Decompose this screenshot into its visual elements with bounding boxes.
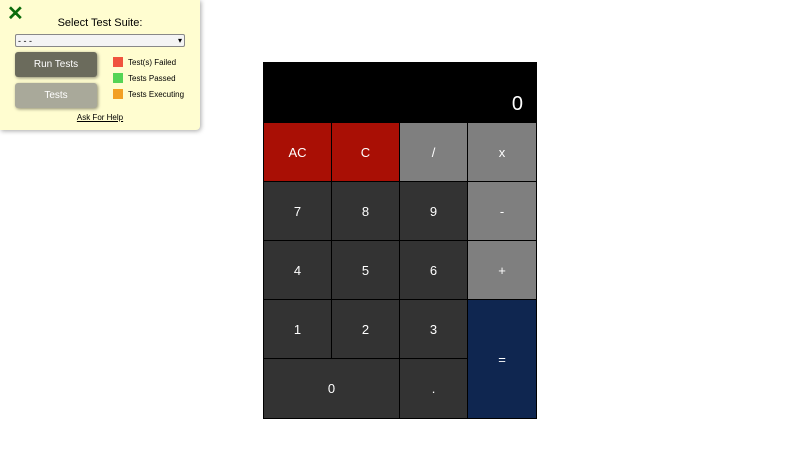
test-suite-select-value: - - - — [18, 35, 32, 46]
digit-9-button[interactable]: 9 — [400, 182, 467, 240]
multiply-button[interactable]: x — [468, 123, 536, 181]
digit-6-button[interactable]: 6 — [400, 241, 467, 299]
digit-7-button[interactable]: 7 — [264, 182, 331, 240]
failed-swatch — [113, 57, 123, 67]
clear-button[interactable]: C — [332, 123, 399, 181]
digit-2-button[interactable]: 2 — [332, 300, 399, 358]
decimal-button[interactable]: . — [400, 359, 467, 418]
chevron-down-icon: ▾ — [177, 36, 182, 45]
test-suite-panel: ✕ Select Test Suite: - - - ▾ Run Tests T… — [0, 0, 200, 130]
legend-executing-label: Tests Executing — [128, 89, 185, 99]
calculator: 0 AC C / x 7 8 9 - 4 5 6 + 1 2 3 = 0 . — [263, 62, 537, 419]
tests-button[interactable]: Tests — [15, 83, 97, 108]
test-suite-select[interactable]: - - - ▾ — [15, 34, 185, 47]
legend-passed-label: Tests Passed — [128, 73, 176, 83]
executing-swatch — [113, 89, 123, 99]
equals-button[interactable]: = — [468, 300, 536, 418]
digit-1-button[interactable]: 1 — [264, 300, 331, 358]
digit-8-button[interactable]: 8 — [332, 182, 399, 240]
digit-3-button[interactable]: 3 — [400, 300, 467, 358]
passed-swatch — [113, 73, 123, 83]
digit-0-button[interactable]: 0 — [264, 359, 399, 418]
subtract-button[interactable]: - — [468, 182, 536, 240]
legend-passed: Tests Passed — [113, 73, 176, 83]
calculator-display: 0 — [263, 62, 537, 122]
legend-failed-label: Test(s) Failed — [128, 57, 177, 67]
suite-title: Select Test Suite: — [57, 17, 143, 29]
digit-5-button[interactable]: 5 — [332, 241, 399, 299]
add-button[interactable]: + — [468, 241, 536, 299]
all-clear-button[interactable]: AC — [264, 123, 331, 181]
legend-executing: Tests Executing — [113, 89, 184, 99]
divide-button[interactable]: / — [400, 123, 467, 181]
digit-4-button[interactable]: 4 — [264, 241, 331, 299]
run-tests-button[interactable]: Run Tests — [15, 52, 97, 77]
ask-for-help-link[interactable]: Ask For Help — [0, 113, 200, 122]
legend-failed: Test(s) Failed — [113, 57, 176, 67]
